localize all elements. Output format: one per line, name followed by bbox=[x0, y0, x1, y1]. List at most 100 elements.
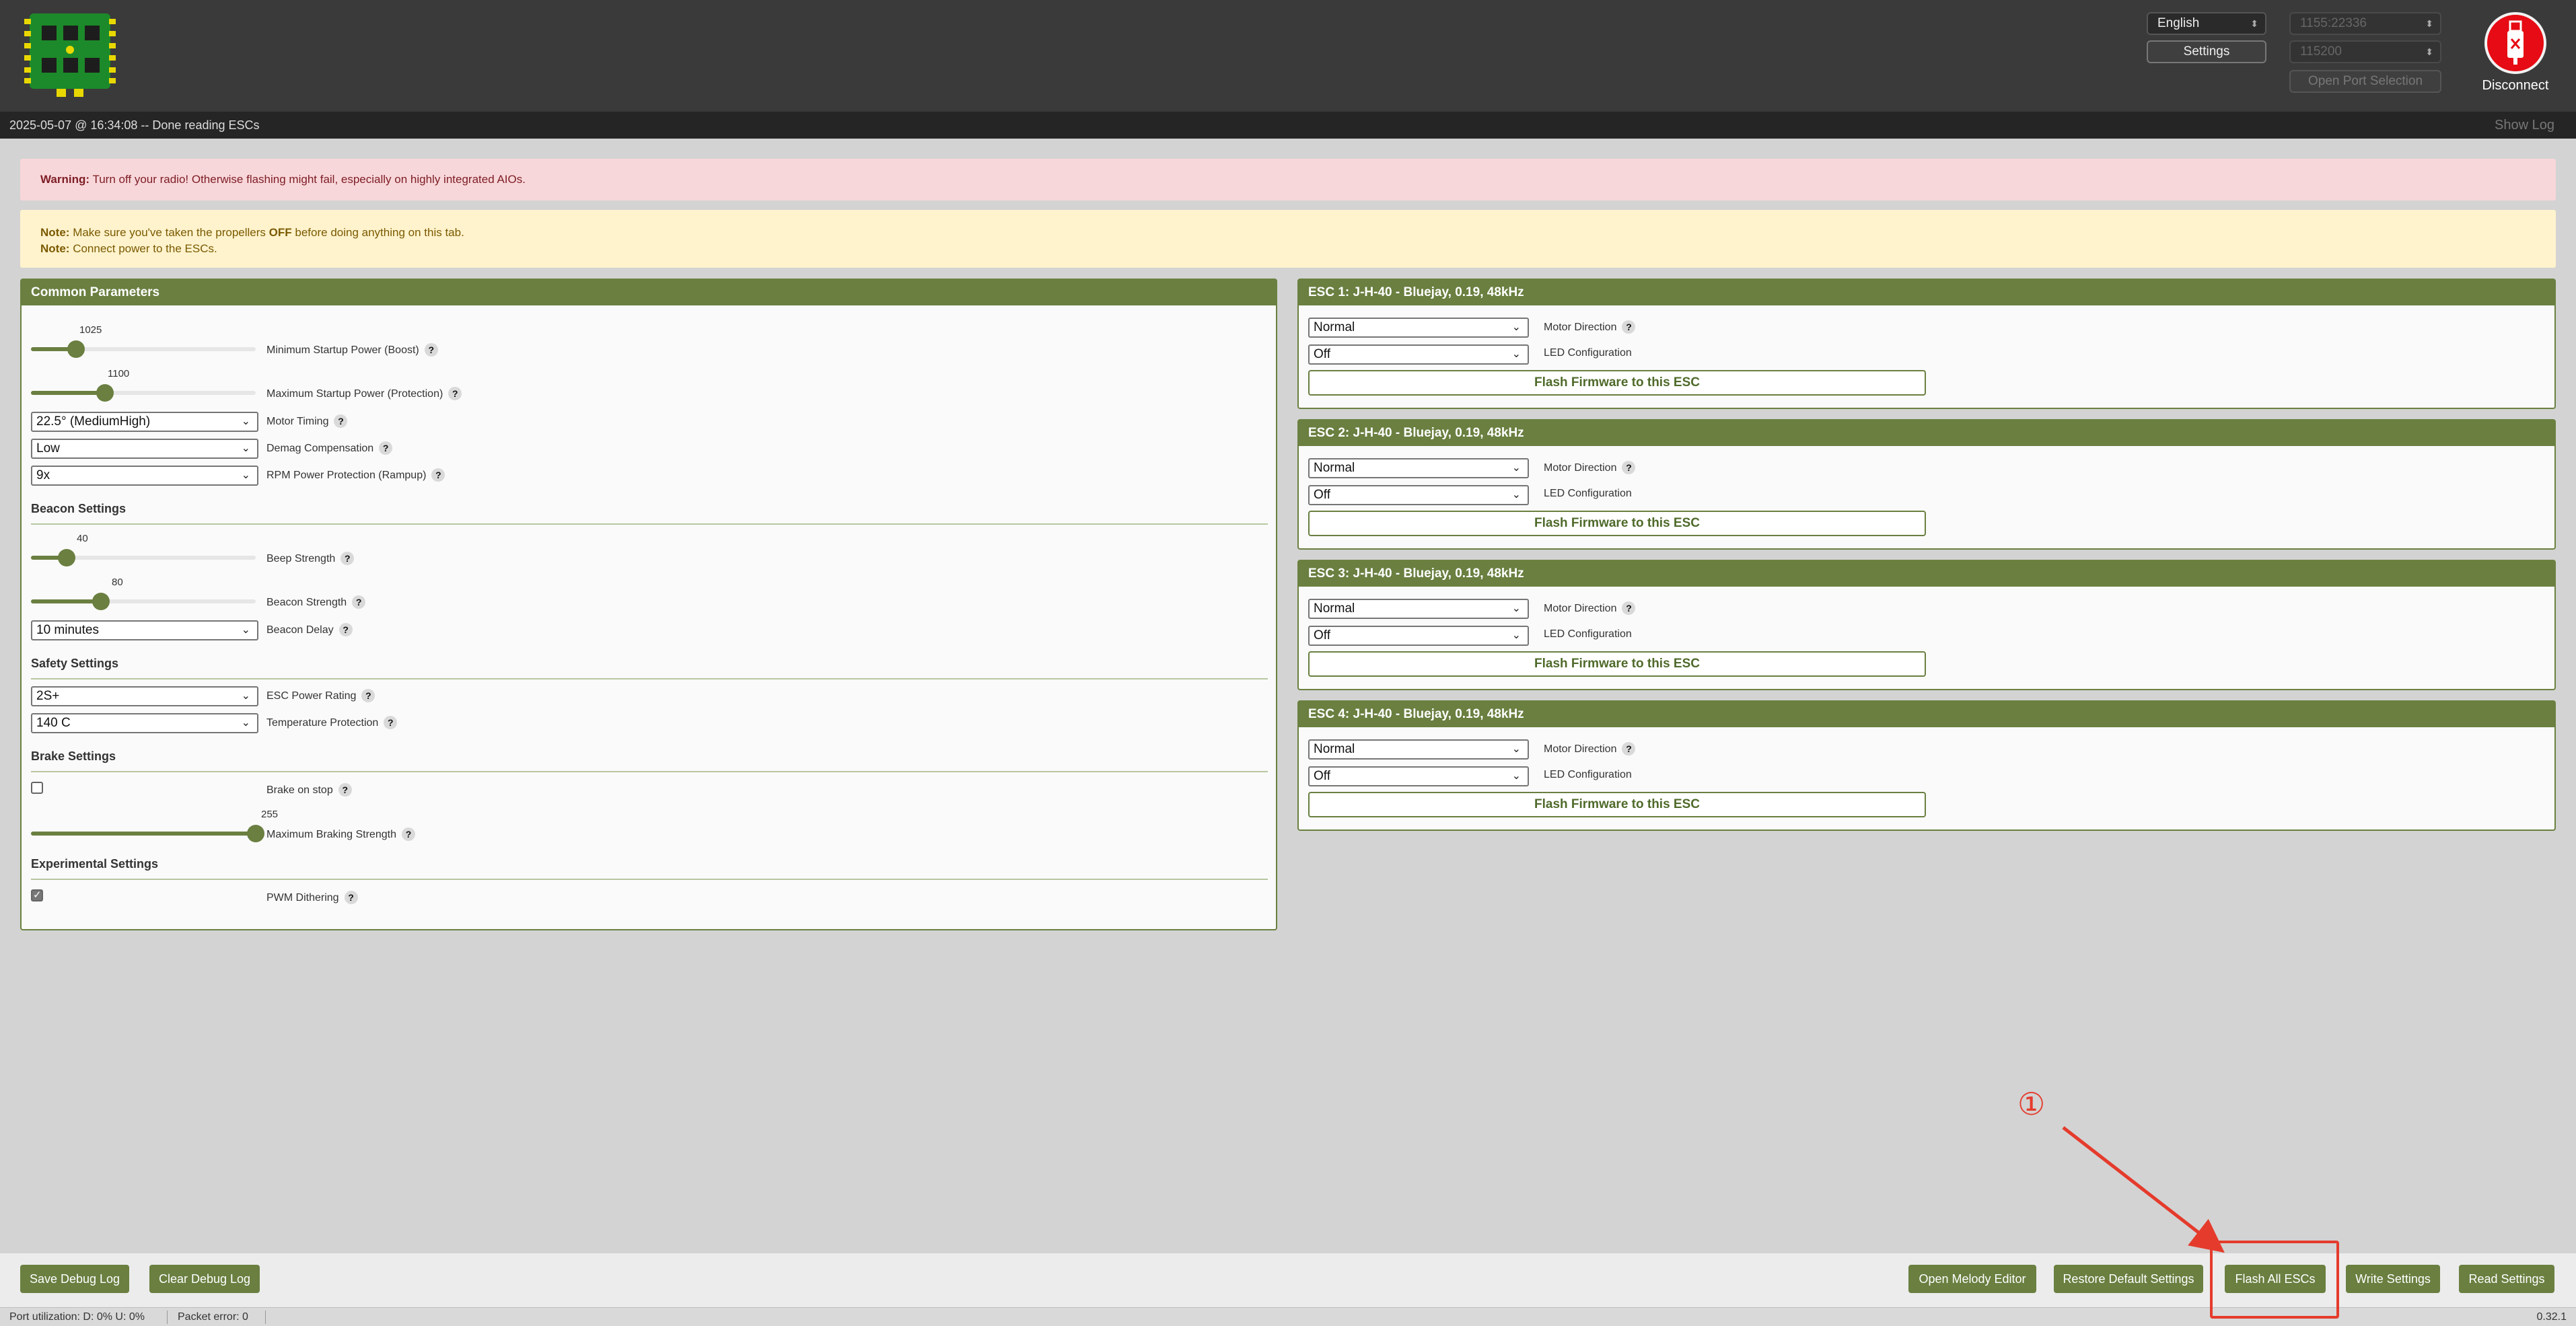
select-value: Off bbox=[1314, 628, 1330, 642]
select-value: 10 minutes bbox=[36, 623, 99, 637]
save-debug-log-button[interactable]: Save Debug Log bbox=[20, 1265, 129, 1293]
open-melody-editor-button[interactable]: Open Melody Editor bbox=[1908, 1265, 2036, 1293]
max-startup-power-label: Maximum Startup Power (Protection)? bbox=[266, 387, 462, 400]
slider-thumb[interactable] bbox=[96, 384, 114, 402]
rpm-power-protection-select[interactable]: 9x ⌄ bbox=[31, 466, 258, 486]
chevron-down-icon: ⌄ bbox=[1511, 630, 1521, 641]
language-select[interactable]: English ⬍ bbox=[2147, 12, 2266, 35]
label-text: Motor Direction bbox=[1544, 462, 1617, 474]
temperature-protection-select[interactable]: 140 C ⌄ bbox=[31, 713, 258, 733]
flash-esc-button[interactable]: Flash Firmware to this ESC bbox=[1308, 370, 1926, 396]
label-text: LED Configuration bbox=[1544, 488, 1632, 499]
help-icon[interactable]: ? bbox=[1622, 601, 1636, 615]
flash-esc-button[interactable]: Flash Firmware to this ESC bbox=[1308, 651, 1926, 677]
help-icon[interactable]: ? bbox=[344, 891, 358, 904]
pwm-dithering-checkbox[interactable] bbox=[31, 889, 43, 901]
show-log-link[interactable]: Show Log bbox=[2495, 112, 2554, 139]
help-icon[interactable]: ? bbox=[1622, 461, 1636, 474]
clear-debug-log-button[interactable]: Clear Debug Log bbox=[149, 1265, 260, 1293]
brake-on-stop-label: Brake on stop? bbox=[266, 783, 352, 797]
divider bbox=[31, 879, 1268, 880]
note-off: OFF bbox=[269, 226, 292, 239]
label-text: Maximum Startup Power (Protection) bbox=[266, 388, 443, 400]
note-notice: Note: Make sure you've taken the propell… bbox=[20, 210, 2556, 268]
disconnect-label[interactable]: Disconnect bbox=[2463, 78, 2568, 94]
brake-settings-heading: Brake Settings bbox=[31, 749, 116, 763]
led-configuration-select[interactable]: Off ⌄ bbox=[1308, 344, 1529, 365]
settings-button[interactable]: Settings bbox=[2147, 40, 2266, 63]
chevron-down-icon: ⌄ bbox=[241, 416, 250, 427]
slider-thumb[interactable] bbox=[67, 340, 85, 358]
help-icon[interactable]: ? bbox=[401, 827, 415, 841]
status-bar: Port utilization: D: 0% U: 0% Packet err… bbox=[0, 1307, 2576, 1326]
help-icon[interactable]: ? bbox=[424, 343, 438, 357]
help-icon[interactable]: ? bbox=[352, 595, 366, 609]
help-icon[interactable]: ? bbox=[341, 552, 355, 565]
select-value: 140 C bbox=[36, 716, 71, 730]
help-icon[interactable]: ? bbox=[338, 783, 352, 797]
label-text: Motor Direction bbox=[1544, 322, 1617, 333]
max-braking-strength-slider[interactable] bbox=[31, 825, 264, 842]
select-value: Off bbox=[1314, 769, 1330, 783]
help-icon[interactable]: ? bbox=[338, 623, 353, 636]
flash-esc-button[interactable]: Flash Firmware to this ESC bbox=[1308, 511, 1926, 536]
motor-timing-label: Motor Timing? bbox=[266, 414, 348, 428]
help-icon[interactable]: ? bbox=[448, 387, 462, 400]
led-configuration-select[interactable]: Off ⌄ bbox=[1308, 485, 1529, 505]
motor-direction-select[interactable]: Normal ⌄ bbox=[1308, 739, 1529, 760]
help-icon[interactable]: ? bbox=[361, 689, 375, 702]
esc-power-rating-select[interactable]: 2S+ ⌄ bbox=[31, 686, 258, 706]
max-startup-power-slider[interactable] bbox=[31, 384, 256, 402]
label-text: Beacon Delay bbox=[266, 624, 334, 636]
log-message: 2025-05-07 @ 16:34:08 -- Done reading ES… bbox=[9, 118, 260, 132]
note-prefix: Note: bbox=[40, 226, 70, 239]
chevron-down-icon: ⌄ bbox=[1511, 489, 1521, 501]
help-icon[interactable]: ? bbox=[431, 468, 445, 482]
beep-strength-slider[interactable] bbox=[31, 549, 256, 566]
led-configuration-select[interactable]: Off ⌄ bbox=[1308, 766, 1529, 786]
common-parameters-panel: Common Parameters 1025 Minimum Startup P… bbox=[20, 279, 1277, 930]
motor-timing-select[interactable]: 22.5° (MediumHigh) ⌄ bbox=[31, 412, 258, 432]
annotation-highlight-box bbox=[2210, 1241, 2339, 1319]
note-prefix: Note: bbox=[40, 242, 70, 255]
help-icon[interactable]: ? bbox=[334, 414, 348, 428]
chevron-down-icon: ⌄ bbox=[1511, 348, 1521, 360]
panel-title: ESC 4: J-H-40 - Bluejay, 0.19, 48kHz bbox=[1299, 702, 2554, 727]
beacon-strength-slider[interactable] bbox=[31, 593, 256, 610]
max-braking-strength-label: Maximum Braking Strength? bbox=[266, 827, 415, 841]
open-port-selection-button[interactable]: Open Port Selection bbox=[2289, 70, 2441, 93]
slider-thumb[interactable] bbox=[247, 825, 264, 842]
slider-value: 1025 bbox=[79, 324, 102, 336]
slider-thumb[interactable] bbox=[58, 549, 76, 566]
motor-direction-select[interactable]: Normal ⌄ bbox=[1308, 318, 1529, 338]
slider-thumb[interactable] bbox=[92, 593, 110, 610]
slider-fill bbox=[31, 832, 256, 836]
help-icon[interactable]: ? bbox=[379, 441, 393, 455]
read-settings-button[interactable]: Read Settings bbox=[2459, 1265, 2554, 1293]
note-line-2: Note: Connect power to the ESCs. bbox=[40, 241, 2556, 257]
led-configuration-select[interactable]: Off ⌄ bbox=[1308, 626, 1529, 646]
flash-esc-button[interactable]: Flash Firmware to this ESC bbox=[1308, 792, 1926, 817]
help-icon[interactable]: ? bbox=[384, 716, 398, 729]
min-startup-power-slider[interactable] bbox=[31, 340, 256, 358]
select-value: Off bbox=[1314, 488, 1330, 502]
usb-plug-icon bbox=[2507, 20, 2524, 65]
help-icon[interactable]: ? bbox=[1622, 742, 1636, 756]
led-configuration-label: LED Configuration bbox=[1544, 769, 1632, 781]
motor-direction-select[interactable]: Normal ⌄ bbox=[1308, 599, 1529, 619]
disconnect-button[interactable] bbox=[2484, 12, 2546, 74]
write-settings-button[interactable]: Write Settings bbox=[2346, 1265, 2440, 1293]
led-configuration-label: LED Configuration bbox=[1544, 347, 1632, 359]
baud-select[interactable]: 115200 ⬍ bbox=[2289, 40, 2441, 63]
brake-on-stop-checkbox[interactable] bbox=[31, 782, 43, 794]
chevron-down-icon: ⌄ bbox=[1511, 603, 1521, 614]
chevron-down-icon: ⌄ bbox=[241, 624, 250, 636]
status-divider bbox=[265, 1311, 266, 1324]
port-select[interactable]: 1155:22336 ⬍ bbox=[2289, 12, 2441, 35]
help-icon[interactable]: ? bbox=[1622, 320, 1636, 334]
motor-direction-select[interactable]: Normal ⌄ bbox=[1308, 458, 1529, 478]
demag-compensation-select[interactable]: Low ⌄ bbox=[31, 439, 258, 459]
restore-default-settings-button[interactable]: Restore Default Settings bbox=[2054, 1265, 2203, 1293]
led-configuration-label: LED Configuration bbox=[1544, 628, 1632, 640]
beacon-delay-select[interactable]: 10 minutes ⌄ bbox=[31, 620, 258, 640]
